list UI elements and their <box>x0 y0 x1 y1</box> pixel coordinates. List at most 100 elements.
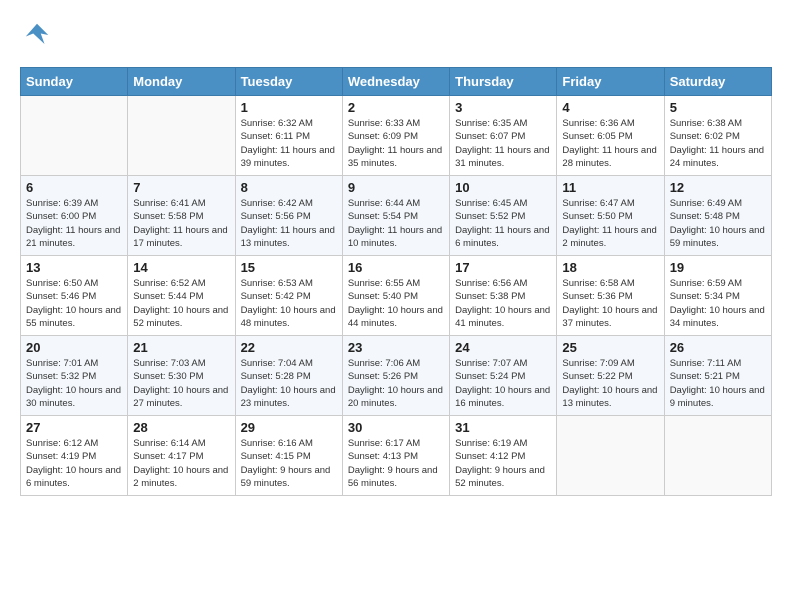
day-number: 9 <box>348 180 444 195</box>
calendar-cell: 10 Sunrise: 6:45 AM Sunset: 5:52 PM Dayli… <box>450 176 557 256</box>
weekday-header-row: SundayMondayTuesdayWednesdayThursdayFrid… <box>21 68 772 96</box>
day-number: 5 <box>670 100 766 115</box>
day-number: 6 <box>26 180 122 195</box>
calendar-cell: 21 Sunrise: 7:03 AM Sunset: 5:30 PM Dayli… <box>128 336 235 416</box>
day-number: 10 <box>455 180 551 195</box>
calendar-cell: 19 Sunrise: 6:59 AM Sunset: 5:34 PM Dayli… <box>664 256 771 336</box>
day-number: 31 <box>455 420 551 435</box>
weekday-header-thursday: Thursday <box>450 68 557 96</box>
day-number: 20 <box>26 340 122 355</box>
day-info: Sunrise: 6:36 AM Sunset: 6:05 PM Dayligh… <box>562 117 658 170</box>
day-number: 2 <box>348 100 444 115</box>
day-info: Sunrise: 6:55 AM Sunset: 5:40 PM Dayligh… <box>348 277 444 330</box>
day-number: 1 <box>241 100 337 115</box>
day-info: Sunrise: 6:56 AM Sunset: 5:38 PM Dayligh… <box>455 277 551 330</box>
calendar-week-row: 6 Sunrise: 6:39 AM Sunset: 6:00 PM Daylig… <box>21 176 772 256</box>
day-info: Sunrise: 6:17 AM Sunset: 4:13 PM Dayligh… <box>348 437 444 490</box>
day-info: Sunrise: 6:38 AM Sunset: 6:02 PM Dayligh… <box>670 117 766 170</box>
day-number: 24 <box>455 340 551 355</box>
calendar-week-row: 13 Sunrise: 6:50 AM Sunset: 5:46 PM Dayli… <box>21 256 772 336</box>
page: SundayMondayTuesdayWednesdayThursdayFrid… <box>0 0 792 506</box>
calendar-cell: 11Sunrise: 6:47 AM Sunset: 5:50 PM Dayli… <box>557 176 664 256</box>
calendar-cell: 29 Sunrise: 6:16 AM Sunset: 4:15 PM Dayli… <box>235 416 342 496</box>
calendar-cell: 16 Sunrise: 6:55 AM Sunset: 5:40 PM Dayli… <box>342 256 449 336</box>
day-number: 18 <box>562 260 658 275</box>
day-info: Sunrise: 6:14 AM Sunset: 4:17 PM Dayligh… <box>133 437 229 490</box>
day-number: 12 <box>670 180 766 195</box>
day-info: Sunrise: 6:12 AM Sunset: 4:19 PM Dayligh… <box>26 437 122 490</box>
calendar-cell: 14 Sunrise: 6:52 AM Sunset: 5:44 PM Dayli… <box>128 256 235 336</box>
day-info: Sunrise: 6:41 AM Sunset: 5:58 PM Dayligh… <box>133 197 229 250</box>
day-info: Sunrise: 6:39 AM Sunset: 6:00 PM Dayligh… <box>26 197 122 250</box>
day-info: Sunrise: 7:04 AM Sunset: 5:28 PM Dayligh… <box>241 357 337 410</box>
day-info: Sunrise: 6:50 AM Sunset: 5:46 PM Dayligh… <box>26 277 122 330</box>
day-info: Sunrise: 6:58 AM Sunset: 5:36 PM Dayligh… <box>562 277 658 330</box>
day-number: 14 <box>133 260 229 275</box>
calendar-cell: 2 Sunrise: 6:33 AM Sunset: 6:09 PM Daylig… <box>342 96 449 176</box>
day-number: 16 <box>348 260 444 275</box>
day-info: Sunrise: 6:16 AM Sunset: 4:15 PM Dayligh… <box>241 437 337 490</box>
calendar-cell: 17 Sunrise: 6:56 AM Sunset: 5:38 PM Dayli… <box>450 256 557 336</box>
weekday-header-tuesday: Tuesday <box>235 68 342 96</box>
calendar-cell: 26 Sunrise: 7:11 AM Sunset: 5:21 PM Dayli… <box>664 336 771 416</box>
day-info: Sunrise: 6:42 AM Sunset: 5:56 PM Dayligh… <box>241 197 337 250</box>
day-number: 7 <box>133 180 229 195</box>
day-info: Sunrise: 7:06 AM Sunset: 5:26 PM Dayligh… <box>348 357 444 410</box>
calendar-cell: 31 Sunrise: 6:19 AM Sunset: 4:12 PM Dayli… <box>450 416 557 496</box>
weekday-header-wednesday: Wednesday <box>342 68 449 96</box>
day-info: Sunrise: 6:45 AM Sunset: 5:52 PM Dayligh… <box>455 197 551 250</box>
weekday-header-monday: Monday <box>128 68 235 96</box>
calendar-cell: 7 Sunrise: 6:41 AM Sunset: 5:58 PM Daylig… <box>128 176 235 256</box>
calendar-cell: 18 Sunrise: 6:58 AM Sunset: 5:36 PM Dayli… <box>557 256 664 336</box>
day-info: Sunrise: 6:19 AM Sunset: 4:12 PM Dayligh… <box>455 437 551 490</box>
day-number: 23 <box>348 340 444 355</box>
day-number: 15 <box>241 260 337 275</box>
day-info: Sunrise: 6:53 AM Sunset: 5:42 PM Dayligh… <box>241 277 337 330</box>
calendar-cell: 1 Sunrise: 6:32 AM Sunset: 6:11 PM Daylig… <box>235 96 342 176</box>
calendar-week-row: 1 Sunrise: 6:32 AM Sunset: 6:11 PM Daylig… <box>21 96 772 176</box>
day-info: Sunrise: 7:11 AM Sunset: 5:21 PM Dayligh… <box>670 357 766 410</box>
calendar-cell: 27Sunrise: 6:12 AM Sunset: 4:19 PM Dayli… <box>21 416 128 496</box>
calendar-cell: 20 Sunrise: 7:01 AM Sunset: 5:32 PM Dayli… <box>21 336 128 416</box>
calendar-cell: 30Sunrise: 6:17 AM Sunset: 4:13 PM Dayli… <box>342 416 449 496</box>
day-number: 8 <box>241 180 337 195</box>
calendar-cell: 5 Sunrise: 6:38 AM Sunset: 6:02 PM Daylig… <box>664 96 771 176</box>
weekday-header-friday: Friday <box>557 68 664 96</box>
calendar-cell: 3Sunrise: 6:35 AM Sunset: 6:07 PM Daylig… <box>450 96 557 176</box>
calendar-cell: 12 Sunrise: 6:49 AM Sunset: 5:48 PM Dayli… <box>664 176 771 256</box>
calendar-cell: 22Sunrise: 7:04 AM Sunset: 5:28 PM Dayli… <box>235 336 342 416</box>
day-number: 29 <box>241 420 337 435</box>
day-number: 25 <box>562 340 658 355</box>
calendar-cell: 13 Sunrise: 6:50 AM Sunset: 5:46 PM Dayli… <box>21 256 128 336</box>
day-info: Sunrise: 6:32 AM Sunset: 6:11 PM Dayligh… <box>241 117 337 170</box>
calendar-cell: 23 Sunrise: 7:06 AM Sunset: 5:26 PM Dayli… <box>342 336 449 416</box>
day-number: 3 <box>455 100 551 115</box>
calendar-cell: 15 Sunrise: 6:53 AM Sunset: 5:42 PM Dayli… <box>235 256 342 336</box>
day-number: 11 <box>562 180 658 195</box>
day-number: 13 <box>26 260 122 275</box>
calendar-cell: 6 Sunrise: 6:39 AM Sunset: 6:00 PM Daylig… <box>21 176 128 256</box>
day-info: Sunrise: 7:07 AM Sunset: 5:24 PM Dayligh… <box>455 357 551 410</box>
day-number: 4 <box>562 100 658 115</box>
day-info: Sunrise: 7:09 AM Sunset: 5:22 PM Dayligh… <box>562 357 658 410</box>
calendar-cell <box>664 416 771 496</box>
day-info: Sunrise: 6:52 AM Sunset: 5:44 PM Dayligh… <box>133 277 229 330</box>
day-info: Sunrise: 6:33 AM Sunset: 6:09 PM Dayligh… <box>348 117 444 170</box>
day-info: Sunrise: 6:59 AM Sunset: 5:34 PM Dayligh… <box>670 277 766 330</box>
calendar-cell: 9Sunrise: 6:44 AM Sunset: 5:54 PM Daylig… <box>342 176 449 256</box>
day-number: 26 <box>670 340 766 355</box>
day-number: 21 <box>133 340 229 355</box>
day-info: Sunrise: 6:49 AM Sunset: 5:48 PM Dayligh… <box>670 197 766 250</box>
weekday-header-saturday: Saturday <box>664 68 771 96</box>
day-number: 19 <box>670 260 766 275</box>
calendar-cell: 8 Sunrise: 6:42 AM Sunset: 5:56 PM Daylig… <box>235 176 342 256</box>
day-number: 28 <box>133 420 229 435</box>
weekday-header-sunday: Sunday <box>21 68 128 96</box>
day-info: Sunrise: 7:01 AM Sunset: 5:32 PM Dayligh… <box>26 357 122 410</box>
calendar-cell <box>557 416 664 496</box>
day-info: Sunrise: 7:03 AM Sunset: 5:30 PM Dayligh… <box>133 357 229 410</box>
header <box>20 20 772 55</box>
calendar-table: SundayMondayTuesdayWednesdayThursdayFrid… <box>20 67 772 496</box>
day-number: 17 <box>455 260 551 275</box>
calendar-cell: 28 Sunrise: 6:14 AM Sunset: 4:17 PM Dayli… <box>128 416 235 496</box>
